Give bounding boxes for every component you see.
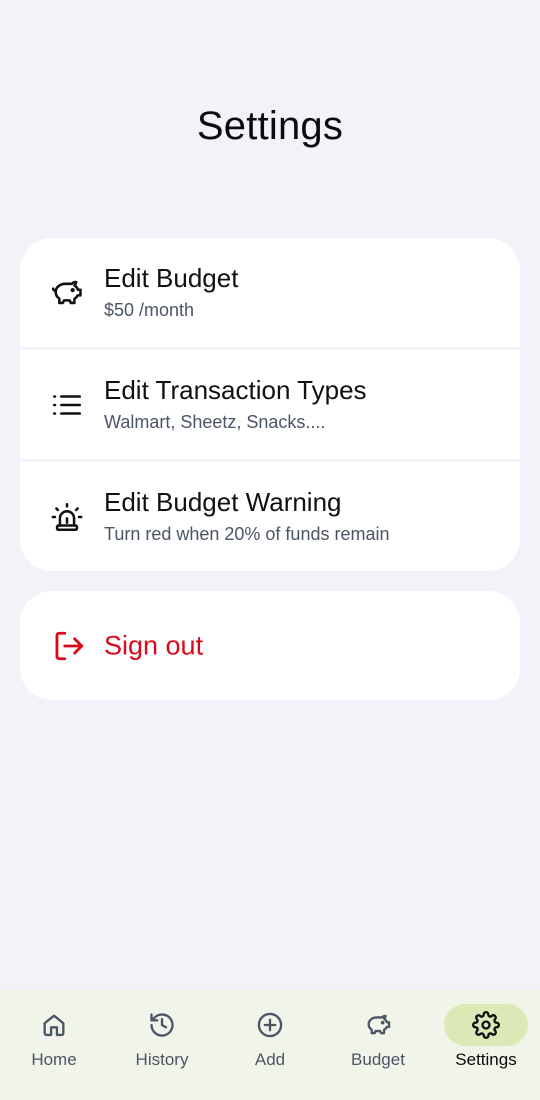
nav-add[interactable]: Add [216, 990, 324, 1100]
nav-settings-label: Settings [455, 1050, 517, 1069]
nav-home-label: Home [31, 1050, 77, 1069]
piggy-bank-icon [363, 1010, 393, 1040]
settings-list: Edit Budget $50 /month Edit Transaction … [20, 238, 520, 571]
piggy-bank-icon [50, 276, 84, 310]
nav-settings[interactable]: Settings [432, 990, 540, 1100]
plus-circle-icon [255, 1010, 285, 1040]
page-title: Settings [196, 104, 344, 148]
edit-transaction-types-subtitle: Walmart, Sheetz, Snacks.... [104, 412, 326, 432]
edit-budget-subtitle: $50 /month [104, 300, 195, 320]
list-icon [50, 388, 84, 422]
home-icon [39, 1010, 69, 1040]
history-icon [147, 1010, 177, 1040]
nav-budget[interactable]: Budget [324, 990, 432, 1100]
edit-transaction-types-title: Edit Transaction Types [104, 375, 367, 405]
siren-icon [50, 500, 84, 534]
nav-budget-label: Budget [351, 1050, 405, 1069]
edit-budget-warning-subtitle: Turn red when 20% of funds remain [104, 524, 390, 544]
settings-screen: Settings Edit Budget $50 /month Edit Tra… [0, 0, 540, 1100]
edit-budget-warning-title: Edit Budget Warning [104, 487, 342, 517]
bottom-navigation: Home History Add Budget Settings [0, 990, 540, 1100]
sign-out-label: Sign out [104, 630, 204, 660]
nav-history[interactable]: History [108, 990, 216, 1100]
edit-budget-row[interactable]: Edit Budget $50 /month [20, 238, 520, 347]
edit-transaction-types-row[interactable]: Edit Transaction Types Walmart, Sheetz, … [20, 350, 520, 459]
nav-home[interactable]: Home [0, 990, 108, 1100]
nav-history-label: History [135, 1050, 189, 1069]
edit-budget-title: Edit Budget [104, 263, 239, 293]
sign-out-button[interactable]: Sign out [20, 591, 520, 700]
nav-add-label: Add [254, 1050, 286, 1069]
edit-budget-warning-row[interactable]: Edit Budget Warning Turn red when 20% of… [20, 462, 520, 571]
log-out-icon [52, 629, 86, 663]
gear-icon [471, 1010, 501, 1040]
